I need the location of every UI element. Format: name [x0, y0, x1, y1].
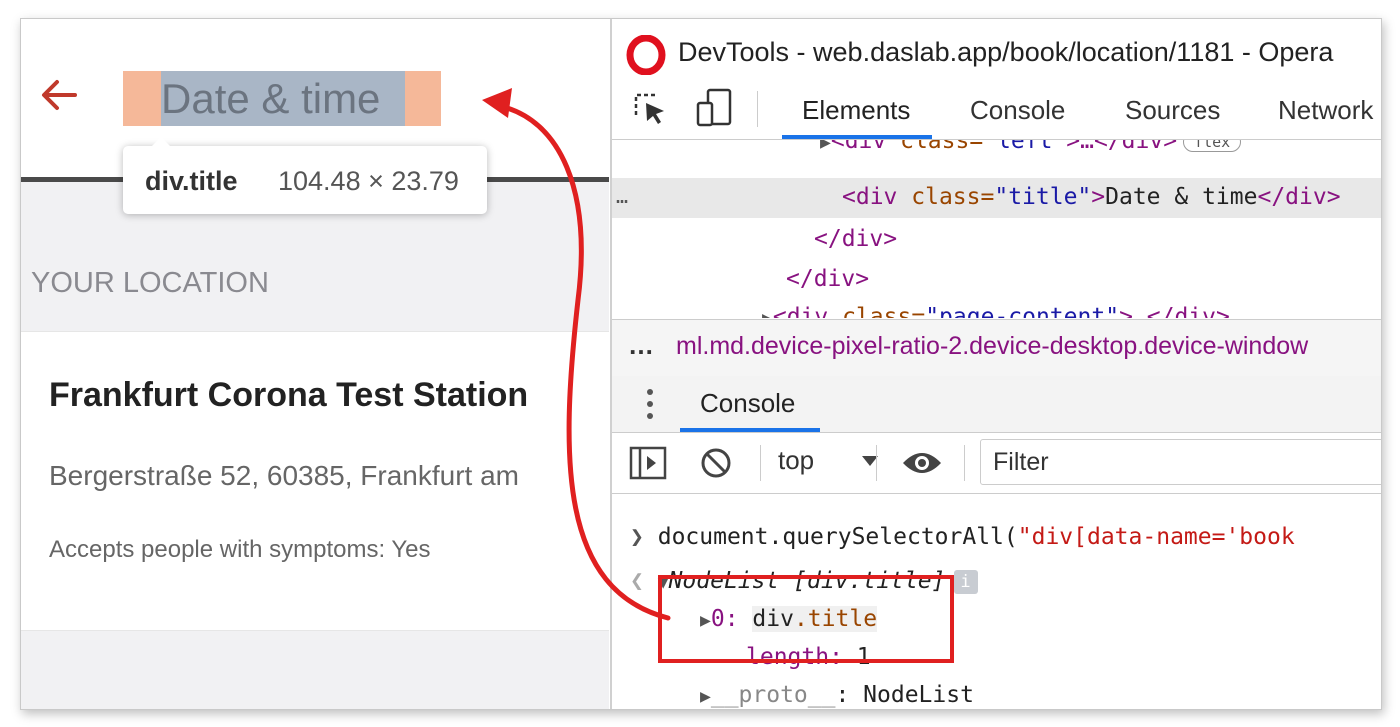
dom-breadcrumb: … ml.md.device-pixel-ratio-2.device-desk… — [612, 319, 1381, 377]
tooltip-size: 104.48 × 23.79 — [278, 166, 459, 196]
dom-close-div[interactable]: </div> — [786, 266, 869, 292]
app-page: Date & time div.title 104.48 × 23.79 YOU… — [21, 19, 609, 709]
expand-triangle-icon[interactable]: ▶ — [762, 308, 773, 318]
breadcrumb-item[interactable]: ml.md.device-pixel-ratio-2.device-deskto… — [676, 332, 1308, 361]
toolbar-separator — [876, 445, 877, 481]
chevron-down-icon[interactable] — [858, 449, 882, 473]
back-arrow-icon[interactable] — [35, 71, 83, 119]
toolbar-separator — [964, 445, 965, 481]
nodelist-proto[interactable]: ▶__proto__: NodeList — [700, 682, 974, 708]
tooltip-tag: div.title — [145, 166, 238, 196]
tab-elements[interactable]: Elements — [802, 95, 910, 126]
console-toolbar: top — [612, 433, 1381, 494]
drawer-tab-indicator — [680, 428, 820, 432]
console-input-line[interactable]: ❯ document.querySelectorAll("div[data-na… — [630, 524, 1295, 550]
location-card[interactable]: Frankfurt Corona Test Station Bergerstra… — [21, 331, 609, 631]
toolbar-separator — [757, 91, 758, 127]
tooltip-caret — [151, 137, 171, 147]
filter-input[interactable] — [980, 439, 1381, 485]
tab-sources[interactable]: Sources — [1125, 95, 1220, 126]
section-label: YOUR LOCATION — [31, 267, 269, 299]
location-symptoms: Accepts people with symptoms: Yes — [49, 536, 431, 563]
expand-triangle-icon[interactable]: ▶ — [700, 686, 711, 707]
kebab-menu-icon[interactable] — [642, 384, 658, 424]
page-title: Date & time — [161, 75, 381, 122]
drawer-tab-console[interactable]: Console — [700, 388, 795, 419]
prompt-chevron-icon: ❯ — [630, 524, 644, 550]
devtools-toolbar: Elements Console Sources Network — [612, 79, 1381, 140]
result-arrow-icon: ❮ — [630, 568, 644, 594]
clear-console-icon[interactable] — [698, 445, 734, 481]
dom-tree: ▶<div class="left">…</div> flex … <div cl… — [612, 140, 1381, 318]
show-sidebar-icon[interactable] — [628, 445, 668, 481]
inspect-element-icon[interactable] — [630, 89, 670, 129]
toolbar-separator — [760, 445, 761, 481]
expand-triangle-icon[interactable]: ▶ — [820, 140, 831, 153]
dom-node-left[interactable]: ▶<div class="left">…</div> flex — [820, 140, 1242, 154]
dom-close-div[interactable]: </div> — [814, 226, 897, 252]
dom-node-title[interactable]: <div class="title">Date & time</div> — [842, 184, 1341, 210]
drawer-header: Console — [612, 376, 1381, 433]
flex-badge[interactable]: flex — [1183, 140, 1242, 152]
node-menu-dots[interactable]: … — [616, 184, 628, 208]
inspect-tooltip: div.title 104.48 × 23.79 — [123, 137, 487, 214]
tab-console[interactable]: Console — [970, 95, 1065, 126]
opera-logo-icon — [626, 35, 666, 75]
info-icon[interactable]: i — [953, 569, 978, 594]
active-tab-indicator — [782, 135, 932, 139]
annotation-highlight-box — [658, 575, 954, 663]
device-toolbar-icon[interactable] — [694, 87, 734, 129]
window-title: DevTools - web.daslab.app/book/location/… — [678, 37, 1334, 67]
eye-icon[interactable] — [900, 445, 944, 481]
dom-node-page-content[interactable]: ▶<div class="page-content">…</div> — [762, 304, 1230, 318]
tab-network[interactable]: Network — [1278, 95, 1373, 126]
location-address: Bergerstraße 52, 60385, Frankfurt am — [49, 460, 519, 491]
location-name: Frankfurt Corona Test Station — [49, 376, 529, 414]
breadcrumb-overflow[interactable]: … — [628, 330, 654, 361]
context-select[interactable]: top — [778, 445, 814, 476]
